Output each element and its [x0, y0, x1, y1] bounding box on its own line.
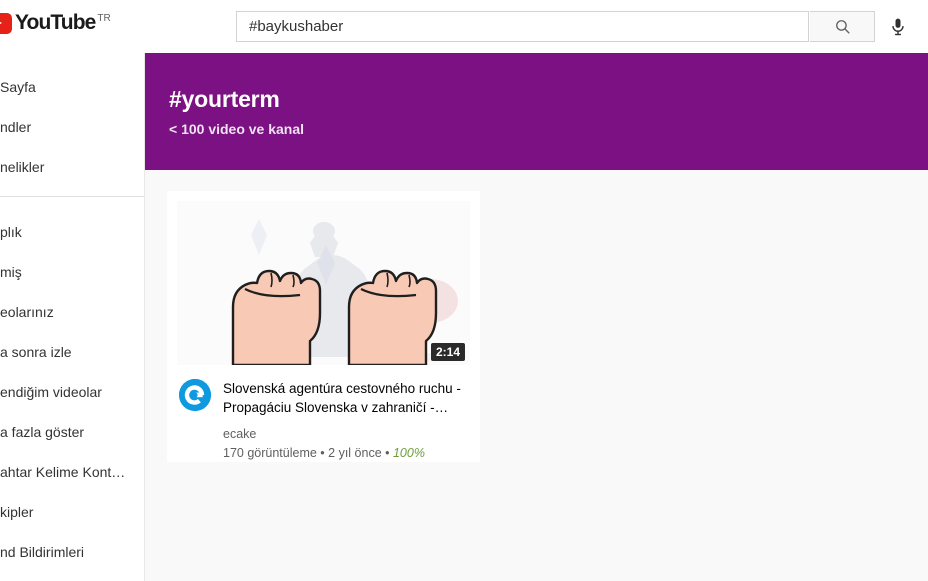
sidebar-item-label: plık	[0, 224, 22, 240]
youtube-country-code: TR	[97, 13, 111, 24]
voice-search-button[interactable]	[884, 13, 912, 41]
sidebar-item-liked-videos[interactable]: endiğim videolar	[0, 372, 144, 412]
left-sidebar: Sayfa ndler nelikler plık miş eolarınız …	[0, 53, 145, 581]
sidebar-item-keyword-control[interactable]: ahtar Kelime Kont…	[0, 452, 144, 492]
sidebar-item-label: endiğim videolar	[0, 384, 102, 400]
sidebar-item-show-more[interactable]: a fazla göster	[0, 412, 144, 452]
sidebar-item-trend-notifications[interactable]: nd Bildirimleri	[0, 532, 144, 572]
search-button[interactable]	[810, 11, 875, 42]
sidebar-item-label: nelikler	[0, 159, 45, 175]
video-thumbnail[interactable]: 2:14	[177, 201, 470, 365]
video-card[interactable]: 2:14 Slovenská agentúra cestovného ruchu…	[167, 191, 480, 462]
sidebar-item-label: kipler	[0, 504, 34, 520]
sidebar-item-label: eolarınız	[0, 304, 54, 320]
sidebar-item-watch-later[interactable]: a sonra izle	[0, 332, 144, 372]
sidebar-item-label: nd Bildirimleri	[0, 544, 85, 560]
video-meta: Slovenská agentúra cestovného ruchu - Pr…	[167, 365, 480, 462]
youtube-logo[interactable]: YouTube TR	[0, 12, 111, 34]
top-header: YouTube TR #baykushaber	[0, 0, 928, 53]
sidebar-item-subscriptions[interactable]: nelikler	[0, 147, 144, 187]
thumbnail-artwork	[177, 201, 470, 365]
sidebar-item-activities[interactable]: kipler	[0, 492, 144, 532]
sidebar-divider-1	[0, 196, 144, 197]
sidebar-item-label: a fazla göster	[0, 424, 85, 440]
microphone-icon	[892, 18, 904, 36]
channel-avatar[interactable]	[179, 379, 211, 411]
search-input[interactable]: #baykushaber	[236, 11, 809, 42]
sidebar-item-label: ndler	[0, 119, 32, 135]
sidebar-item-home[interactable]: Sayfa	[0, 67, 144, 107]
video-views-and-age: 170 görüntüleme • 2 yıl önce •	[223, 446, 393, 460]
hashtag-title: #yourterm	[169, 86, 280, 112]
sidebar-item-label: ahtar Kelime Kont…	[0, 464, 126, 480]
sidebar-item-label: miş	[0, 264, 22, 280]
sidebar-item-your-videos[interactable]: eolarınız	[0, 292, 144, 332]
channel-name[interactable]: ecake	[223, 426, 468, 443]
youtube-play-icon	[0, 13, 12, 34]
sidebar-item-library[interactable]: plık	[0, 212, 144, 252]
youtube-hashtag-page: YouTube TR #baykushaber Sayfa ndler neli…	[0, 0, 928, 581]
search-icon	[835, 20, 850, 34]
main-content: #yourterm < 100 video ve kanal 2:14 Slov…	[145, 53, 928, 581]
fists-illustration	[177, 201, 470, 365]
video-duration-badge: 2:14	[430, 343, 465, 361]
video-score-percent: 100%	[392, 446, 425, 460]
hashtag-subtitle: < 100 video ve kanal	[169, 121, 305, 137]
sidebar-item-trending[interactable]: ndler	[0, 107, 144, 147]
hashtag-banner: #yourterm < 100 video ve kanal	[145, 53, 928, 170]
sidebar-item-history[interactable]: miş	[0, 252, 144, 292]
youtube-logo-text: YouTube	[15, 11, 96, 34]
video-text-meta: Slovenská agentúra cestovného ruchu - Pr…	[223, 379, 468, 462]
video-stats: 170 görüntüleme • 2 yıl önce • 100%	[223, 445, 468, 462]
search-input-value: #baykushaber	[249, 17, 344, 35]
ecake-logo-icon	[179, 379, 211, 411]
video-title[interactable]: Slovenská agentúra cestovného ruchu - Pr…	[223, 379, 468, 417]
sidebar-item-label: a sonra izle	[0, 344, 72, 360]
sidebar-item-label: Sayfa	[0, 79, 36, 95]
